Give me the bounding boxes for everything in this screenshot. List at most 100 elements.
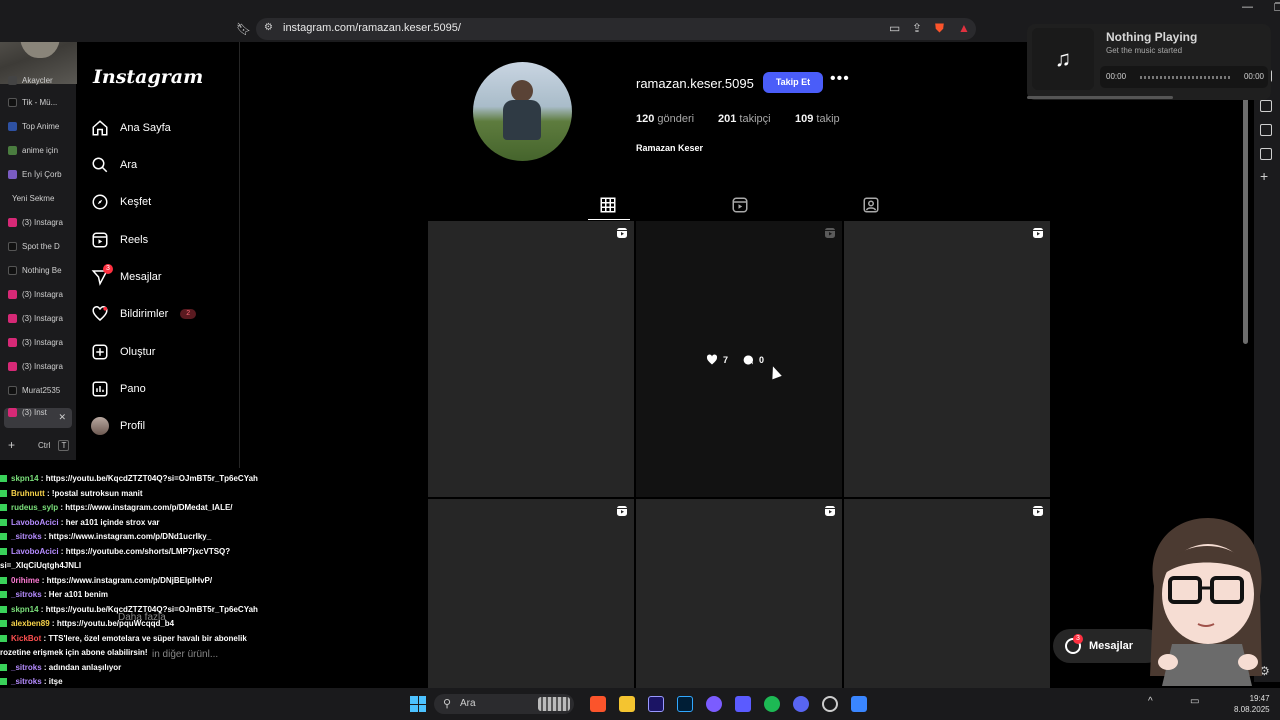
heart-icon xyxy=(92,306,108,321)
tray-display-icon[interactable]: ▭ xyxy=(1190,696,1199,707)
install-app-icon[interactable]: ▭ xyxy=(889,21,900,35)
nav-notifications[interactable]: Bildirimler 2 xyxy=(91,299,231,329)
app-arrow-icon[interactable] xyxy=(735,696,751,712)
taskbar-search[interactable]: ⚲ Ara xyxy=(434,694,574,714)
nav-reels[interactable]: Reels xyxy=(91,225,231,255)
address-bar[interactable]: ⚙ instagram.com/ramazan.keser.5095/ ▭ ⇪ … xyxy=(256,18,976,40)
nav-create[interactable]: Oluştur xyxy=(91,337,231,367)
windows-start-icon[interactable] xyxy=(410,696,426,712)
tiktok-favicon-icon xyxy=(8,386,17,396)
browser-tab[interactable]: Murat2535 xyxy=(4,386,72,406)
avatar-person xyxy=(511,80,533,102)
browser-tab[interactable]: Top Anime xyxy=(4,122,72,142)
reels-tab-icon[interactable] xyxy=(731,196,749,214)
nav-search[interactable]: Ara xyxy=(91,150,231,180)
more-options-icon[interactable]: ••• xyxy=(830,70,850,88)
discord-icon[interactable] xyxy=(793,696,809,712)
post-tile[interactable] xyxy=(428,499,634,688)
chat-username: skpn14 xyxy=(11,474,39,483)
chat-message: Bruhnutt : !postal sutroksun manit xyxy=(0,487,290,502)
taskbar-clock[interactable]: 19:47 8.08.2025 xyxy=(1234,693,1270,715)
browser-tab[interactable]: Spot the D xyxy=(4,242,72,262)
grid-tab-icon[interactable] xyxy=(599,196,617,214)
minimize-button[interactable]: — xyxy=(1242,1,1253,13)
post-tile[interactable] xyxy=(636,499,842,688)
spotify-icon[interactable] xyxy=(764,696,780,712)
maximize-button[interactable]: ❐ xyxy=(1274,1,1280,14)
tray-chevron-icon[interactable]: ^ xyxy=(1148,696,1153,707)
reel-indicator-icon xyxy=(825,228,835,238)
windows-taskbar: ⚲ Ara ^ ▭ 19:47 8.08.2025 xyxy=(0,688,1280,720)
profile-avatar[interactable] xyxy=(473,62,572,161)
wallet-icon[interactable] xyxy=(1260,124,1272,136)
profile-full-name: Ramazan Keser xyxy=(636,143,704,153)
now-playing-title: Nothing Playing xyxy=(1106,30,1198,44)
tagged-tab-icon[interactable] xyxy=(862,196,880,214)
reading-list-icon[interactable] xyxy=(1260,148,1272,160)
chat-text: : https://youtube.com/shorts/LMP7jxcVTSQ… xyxy=(58,546,231,556)
instagram-favicon-icon xyxy=(8,338,17,348)
chat-message: skpn14 : https://youtu.be/KqcdZTZT04Q?si… xyxy=(0,472,290,487)
nav-home[interactable]: Ana Sayfa xyxy=(91,113,231,143)
followers-stat[interactable]: 201 takipçi xyxy=(718,113,771,125)
follow-button[interactable]: Takip Et xyxy=(763,72,823,93)
sidebar-toggle-icon[interactable] xyxy=(1260,100,1272,112)
chat-message: _sitroks : https://www.instagram.com/p/D… xyxy=(0,530,290,545)
photoshop-icon[interactable] xyxy=(677,696,693,712)
nav-explore[interactable]: Keşfet xyxy=(91,187,231,217)
browser-tab[interactable]: Tik - Mü... xyxy=(4,98,72,118)
tab-favicon-icon xyxy=(8,146,17,156)
post-tile[interactable] xyxy=(428,221,634,497)
chat-badge-icon xyxy=(0,678,7,686)
site-settings-icon[interactable]: ⚙ xyxy=(264,22,273,33)
chat-username: rudeus_sylp xyxy=(11,503,59,512)
share-icon[interactable]: ⇪ xyxy=(912,21,922,35)
playback-bar: 00:00 00:00 xyxy=(1100,66,1268,88)
chat-username: KickBot xyxy=(11,633,42,643)
chat-message: si=_XIqCiUqtgh4JNLI xyxy=(0,559,290,574)
premiere-pro-icon[interactable] xyxy=(648,696,664,712)
browser-tab[interactable]: (3) Instagra xyxy=(4,290,72,310)
brave-shield-icon[interactable]: ⛊ xyxy=(935,21,944,36)
browser-tab[interactable]: (3) Instagra xyxy=(4,362,72,382)
post-tile[interactable] xyxy=(844,221,1050,497)
brave-browser-icon[interactable] xyxy=(590,696,606,712)
add-panel-icon[interactable]: + xyxy=(1260,168,1268,184)
chat-username: LavoboAcici xyxy=(11,546,59,556)
app-flame-icon[interactable] xyxy=(706,696,722,712)
playback-time-end: 00:00 xyxy=(1243,72,1264,81)
browser-tab[interactable]: Akaycler xyxy=(4,76,72,96)
window-controls: — ❐ xyxy=(1160,0,1280,16)
browser-tab[interactable]: (3) Instagra xyxy=(4,218,72,238)
stream-chat-overlay: skpn14 : https://youtu.be/KqcdZTZT04Q?si… xyxy=(0,472,290,720)
browser-tab[interactable]: En İyi Çorb xyxy=(4,170,72,190)
browser-tab[interactable]: Yeni Sekme xyxy=(4,194,72,214)
brave-rewards-icon[interactable]: ▲ xyxy=(958,21,970,35)
chat-badge-icon xyxy=(0,475,7,483)
browser-tab[interactable]: (3) Instagra xyxy=(4,338,72,358)
instagram-logo[interactable]: Instagram xyxy=(93,66,203,88)
tiktok-favicon-icon xyxy=(8,98,17,108)
chat-message: LavoboAcici : https://youtube.com/shorts… xyxy=(0,545,290,560)
chat-badge-icon xyxy=(0,489,7,497)
app-ring-icon[interactable] xyxy=(822,696,838,712)
file-explorer-icon[interactable] xyxy=(619,696,635,712)
chat-text: rozetine erişmek için abone olabilirsin! xyxy=(0,648,148,657)
chat-message: _sitroks : Her a101 benim xyxy=(0,588,290,603)
close-tab-icon[interactable]: ✕ xyxy=(58,412,66,423)
nav-messages[interactable]: 3 Mesajlar xyxy=(91,262,231,292)
browser-tab[interactable]: (3) Instagra xyxy=(4,314,72,334)
heart-filled-icon xyxy=(706,354,718,365)
browser-tab-active[interactable]: (3) Inst ✕ xyxy=(4,408,72,428)
nav-dashboard[interactable]: Pano xyxy=(91,374,231,404)
browser-tab[interactable]: anime için xyxy=(4,146,72,166)
browser-tab[interactable]: Nothing Be xyxy=(4,266,72,286)
post-tile[interactable] xyxy=(844,499,1050,688)
nav-profile[interactable]: Profil xyxy=(91,411,231,441)
app-active-icon[interactable] xyxy=(851,696,867,712)
new-tab-button[interactable]: + xyxy=(8,438,15,452)
page-scrollbar[interactable] xyxy=(1243,88,1248,344)
bookmark-icon[interactable]: 🔖︎ xyxy=(236,22,251,36)
background-text: Daha fazla xyxy=(118,612,166,623)
following-stat[interactable]: 109 takip xyxy=(795,113,840,125)
